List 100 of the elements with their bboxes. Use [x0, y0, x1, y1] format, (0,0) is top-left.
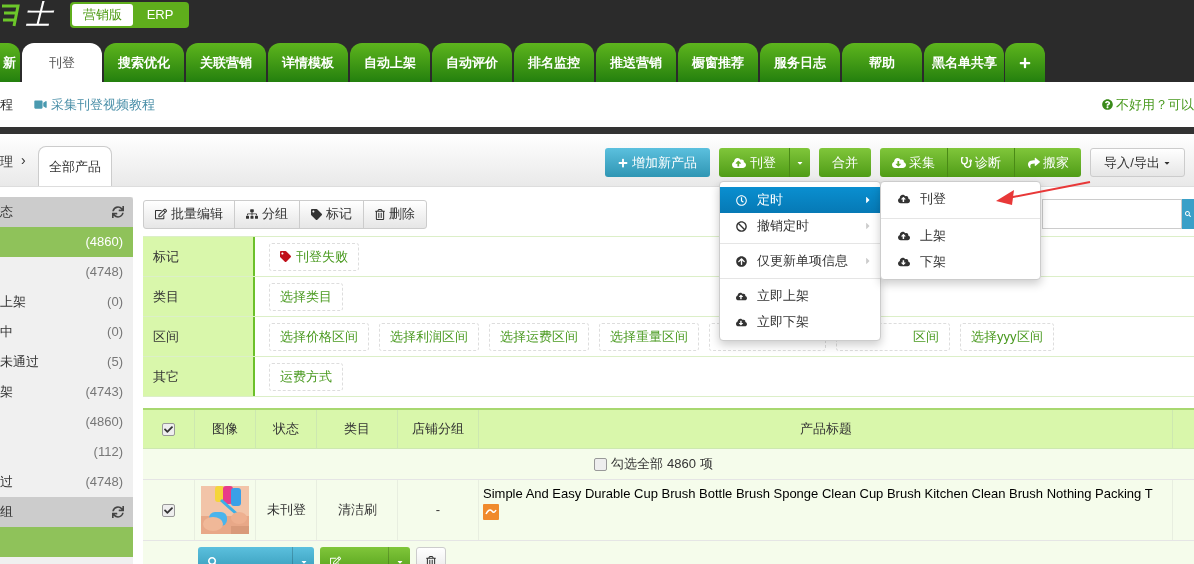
search-field[interactable]	[1042, 199, 1182, 229]
item-count: (0)	[107, 293, 123, 312]
edit-icon	[330, 556, 341, 564]
menu-item[interactable]: 立即上架	[720, 283, 880, 309]
nav-tab[interactable]: 排名监控	[514, 43, 594, 82]
menu-item-label: 定时	[757, 191, 783, 210]
add-product-button[interactable]: 增加新产品	[605, 148, 710, 177]
nav-tab[interactable]: 推送营销	[596, 43, 676, 82]
nav-tab[interactable]: 自动评价	[432, 43, 512, 82]
item-count: (0)	[107, 323, 123, 342]
bulk-action-button[interactable]: 批量编辑	[143, 199, 235, 229]
nav-tab[interactable]: 搜索优化	[104, 43, 184, 82]
cloud-upload-icon	[736, 290, 747, 302]
item-count: (5)	[107, 353, 123, 372]
product-title: Simple And Easy Durable Cup Brush Bottle Brush Sponge Clean Cup Brush Kitchen Clean Brush Nothing Packing T	[483, 485, 1153, 503]
item-count: (4748)	[85, 263, 123, 282]
filter-option[interactable]: 选择价格区间	[269, 322, 369, 351]
nav-tab[interactable]: 自动上架	[350, 43, 430, 82]
tutorial-link[interactable]: 程	[0, 94, 13, 115]
sidebar-item[interactable]: (112)	[0, 437, 133, 467]
submenu-caret-icon	[864, 256, 872, 266]
breadcrumb-parent[interactable]: 理	[0, 151, 13, 171]
filter-option[interactable]: 运费方式	[269, 362, 343, 391]
refresh-icon[interactable]	[112, 206, 124, 218]
sidebar-item[interactable]: 上架 (0)	[0, 287, 133, 317]
filter-option[interactable]: 选择利润区间	[379, 322, 479, 351]
sidebar-item[interactable]: 过 (4748)	[0, 467, 133, 497]
column-header: 类目	[317, 410, 398, 448]
publish-dropdown-button[interactable]	[790, 148, 810, 177]
publish-button[interactable]: 刊登	[719, 148, 790, 177]
bulk-action-button[interactable]: 删除	[363, 199, 427, 229]
nav-tab[interactable]: 刊登	[22, 43, 102, 82]
sidebar-item[interactable]: 架 (4743)	[0, 377, 133, 407]
search-button[interactable]	[1182, 199, 1194, 229]
share-arrow-icon	[1027, 156, 1040, 169]
sidebar-title: 态	[0, 203, 13, 222]
tool-button[interactable]: 诊断	[947, 148, 1014, 177]
sidebar-item[interactable]: (4748)	[0, 257, 133, 287]
submenu-caret-icon	[864, 221, 872, 231]
filter-label: 区间	[143, 317, 255, 356]
edition-option[interactable]: 营销版	[72, 4, 133, 26]
item-count: (112)	[93, 443, 123, 462]
sidebar-item-label: 过	[0, 473, 13, 492]
nav-tab[interactable]: 黑名单共享	[924, 43, 1004, 82]
sidebar-item[interactable]: (4860)	[0, 407, 133, 437]
breadcrumb-tab[interactable]: 全部产品	[37, 146, 112, 186]
nav-tab[interactable]: 服务日志	[760, 43, 840, 82]
nav-tab[interactable]: 新	[0, 43, 20, 82]
feedback-text[interactable]: 不好用？可以	[1116, 94, 1194, 115]
checkbox[interactable]	[162, 422, 175, 436]
sidebar-item-label: 上架	[0, 293, 26, 312]
add-tab-button[interactable]	[1005, 43, 1045, 82]
filter-option[interactable]: 选择重量区间	[599, 322, 699, 351]
item-count: (4748)	[85, 473, 123, 492]
nav-tab[interactable]: 帮助	[842, 43, 922, 82]
table-cell: 未刊登	[256, 480, 317, 540]
menu-item-label: 上架	[920, 227, 946, 246]
menu-item-label: 刊登	[920, 190, 946, 209]
table-cell: -	[398, 480, 479, 540]
sidebar-item[interactable]: 未通过 (5)	[0, 347, 133, 377]
bulk-action-button[interactable]: 分组	[234, 199, 300, 229]
menu-item[interactable]: 仅更新单项信息	[720, 248, 880, 274]
refresh-icon[interactable]	[112, 506, 124, 518]
filter-option[interactable]: 刊登失败	[269, 242, 359, 271]
cloud-download-icon	[892, 155, 906, 170]
sidebar-item[interactable]: (4860)	[0, 227, 133, 257]
sidebar-item[interactable]: 中 (0)	[0, 317, 133, 347]
edition-option[interactable]: ERP	[133, 4, 187, 26]
video-tutorial-link[interactable]: 采集刊登视频教程	[34, 94, 155, 115]
nav-tab[interactable]: 关联营销	[186, 43, 266, 82]
nav-tab[interactable]: 橱窗推荐	[678, 43, 758, 82]
clock-icon	[736, 194, 747, 206]
menu-item-label: 下架	[920, 253, 946, 272]
menu-item[interactable]: 上架	[881, 223, 1040, 249]
filter-option[interactable]: 选择类目	[269, 282, 343, 311]
checkbox[interactable]	[162, 503, 175, 517]
bulk-action-button[interactable]: 标记	[299, 199, 364, 229]
tool-button[interactable]: 采集	[880, 148, 947, 177]
filter-label: 类目	[143, 277, 255, 316]
menu-item[interactable]: 定时	[720, 187, 880, 213]
checkbox[interactable]	[594, 457, 608, 471]
merge-button[interactable]: 合并	[819, 148, 871, 177]
trash-icon	[426, 556, 436, 564]
edit-icon	[155, 208, 167, 220]
item-count: (4860)	[85, 233, 123, 252]
help-icon	[1102, 99, 1113, 110]
filter-option[interactable]: 选择运费区间	[489, 322, 589, 351]
item-count: (4860)	[85, 413, 123, 432]
tool-button[interactable]: 搬家	[1014, 148, 1081, 177]
menu-item[interactable]: 撤销定时	[720, 213, 880, 239]
sitemap-icon	[246, 208, 258, 220]
filter-option[interactable]: 选择yyy区间	[960, 322, 1054, 351]
breadcrumb-separator: ›	[21, 151, 26, 170]
menu-item[interactable]: 下架	[881, 249, 1040, 275]
menu-item[interactable]: 刊登	[881, 186, 1040, 212]
menu-item-label: 撤销定时	[757, 217, 809, 236]
import-export-button[interactable]: 导入/导出	[1090, 148, 1185, 177]
search-icon	[1185, 211, 1191, 217]
nav-tab[interactable]: 详情模板	[268, 43, 348, 82]
sidebar-item-label: 未通过	[0, 353, 39, 372]
